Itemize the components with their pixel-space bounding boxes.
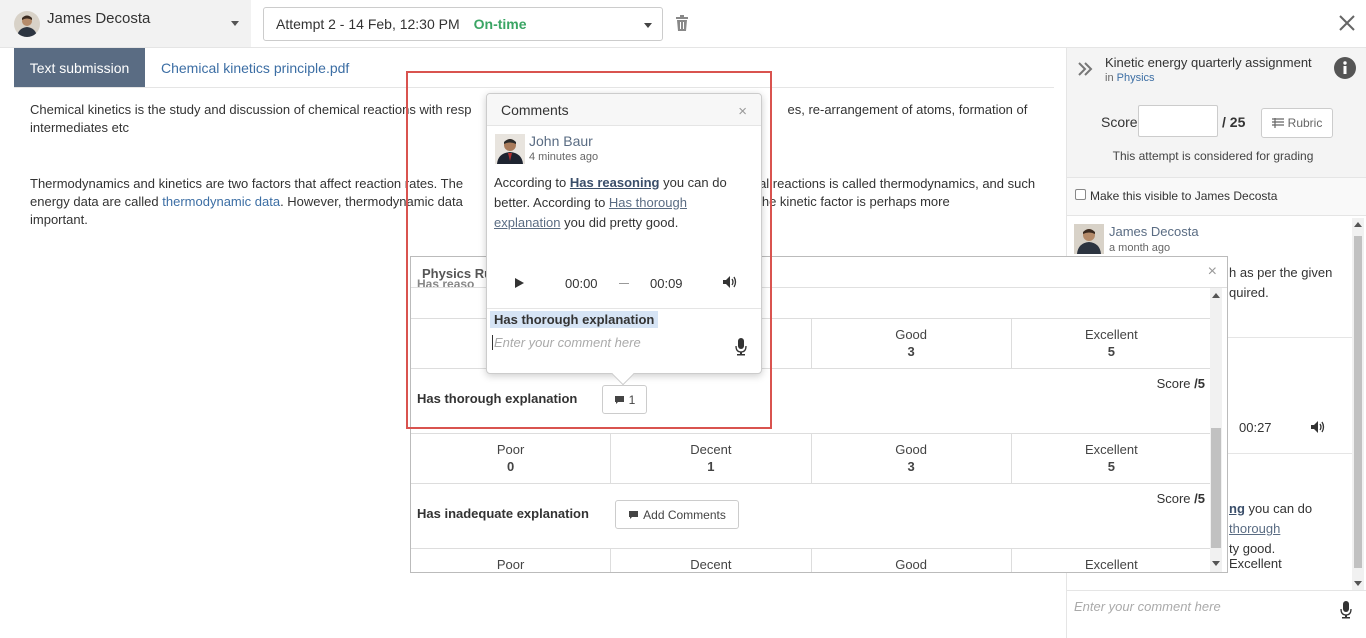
course-line: in Physics (1105, 72, 1155, 84)
microphone-icon[interactable] (735, 338, 747, 356)
criterion-score: Score /5 (1156, 376, 1205, 391)
scrollbar-thumb[interactable] (1354, 236, 1362, 568)
course-link[interactable]: Physics (1117, 72, 1155, 84)
popover-title: Comments (487, 94, 761, 126)
collapse-icon[interactable] (1077, 61, 1093, 77)
assignment-title: Kinetic energy quarterly assignment (1105, 55, 1312, 70)
comment-icon (629, 510, 639, 519)
rubric-close-icon[interactable]: × (1208, 263, 1217, 281)
comment-icon (614, 395, 624, 404)
rubric-icon (1271, 118, 1284, 128)
level-cell-excellent[interactable]: Excellent 5 (1010, 319, 1211, 368)
level-cell-good[interactable]: Good 3 (810, 434, 1011, 483)
play-icon[interactable] (515, 278, 524, 288)
audio-current-time: 00:00 (565, 276, 598, 291)
volume-icon[interactable] (1311, 421, 1325, 433)
commenter-name[interactable]: John Baur (529, 133, 593, 149)
feed-author[interactable]: James Decosta (1109, 224, 1199, 239)
criterion-tag: Has thorough explanation (490, 311, 659, 328)
comment-composer: Enter your comment here (1067, 590, 1366, 638)
score-max: / 25 (1222, 114, 1246, 130)
microphone-icon[interactable] (1340, 601, 1352, 619)
feed-text: ty good. (1229, 541, 1276, 556)
student-name: James Decosta (47, 10, 151, 27)
close-icon[interactable] (1338, 14, 1356, 35)
rubric-level-row: Poor 0 Decent 1 Good 3 Excellent 5 (411, 433, 1211, 484)
feed-audio-time: 00:27 (1239, 420, 1272, 435)
volume-icon[interactable] (723, 276, 737, 288)
visibility-row: Make this visible to James Decosta (1067, 178, 1366, 216)
tab-text-submission[interactable]: Text submission (14, 48, 145, 87)
scroll-up-icon[interactable] (1354, 222, 1362, 227)
top-bar: James Decosta Attempt 2 - 14 Feb, 12:30 … (0, 0, 1366, 48)
trash-icon[interactable] (675, 15, 689, 34)
feed-text: thorough (1229, 521, 1281, 536)
scroll-down-icon[interactable] (1354, 581, 1362, 586)
thermodynamic-data-link[interactable]: thermodynamic data (162, 194, 280, 209)
level-cell-poor[interactable]: Poor 0 (411, 434, 610, 483)
score-input[interactable] (1138, 105, 1218, 137)
feed-avatar (1074, 224, 1104, 254)
criterion-score: Score /5 (1156, 491, 1205, 506)
feed-text: Excellent (1229, 556, 1282, 571)
score-label: Score (1101, 114, 1138, 130)
rubric-button[interactable]: Rubric (1261, 108, 1333, 138)
scrollbar-thumb[interactable] (1211, 428, 1221, 548)
add-comments-button[interactable]: Add Comments (615, 500, 739, 529)
comments-button[interactable]: 1 (602, 385, 647, 414)
popover-close-icon[interactable]: × (738, 103, 747, 120)
info-icon[interactable] (1334, 57, 1356, 79)
tab-pdf-attachment[interactable]: Chemical kinetics principle.pdf (161, 48, 349, 87)
criterion-label: Has thorough explanation (417, 391, 578, 406)
level-cell-good[interactable]: Good (810, 549, 1011, 572)
audio-player: 00:00 00:09 (487, 266, 761, 300)
comment-text: According to Has reasoning you can do be… (494, 175, 727, 230)
level-cell-poor[interactable]: Poor (411, 549, 610, 572)
attempt-status: On-time (473, 16, 527, 32)
student-selector[interactable]: James Decosta (0, 0, 251, 47)
grading-header: Kinetic energy quarterly assignment in P… (1067, 48, 1366, 178)
criterion-label: Has inadequate explanation (417, 506, 589, 521)
chevron-down-icon (231, 21, 239, 26)
grading-note: This attempt is considered for grading (1112, 149, 1314, 163)
scroll-up-icon[interactable] (1212, 293, 1220, 298)
attempt-label: Attempt 2 - 14 Feb, 12:30 PM (276, 16, 460, 32)
divider (487, 308, 761, 309)
feed-time: a month ago (1109, 242, 1171, 254)
student-avatar (14, 10, 40, 37)
rubric-level-row: Poor Decent Good Excellent (411, 548, 1211, 572)
rubric-scrollbar[interactable] (1210, 288, 1222, 572)
scroll-down-icon[interactable] (1212, 561, 1220, 566)
feed-scrollbar[interactable] (1352, 218, 1364, 590)
criterion-link[interactable]: Has reasoning (570, 175, 660, 190)
attempt-select[interactable]: Attempt 2 - 14 Feb, 12:30 PM On-time (263, 7, 663, 41)
comments-popover: Comments × John Baur 4 minutes ago Accor… (486, 93, 762, 386)
level-cell-excellent[interactable]: Excellent (1010, 549, 1211, 572)
feed-text: h as per the given (1229, 265, 1333, 280)
submission-tabs: Text submission Chemical kinetics princi… (14, 48, 1054, 88)
feed-text: ng you can do (1229, 501, 1313, 516)
level-cell-decent[interactable]: Decent (610, 549, 810, 572)
audio-progress[interactable] (619, 283, 629, 284)
commenter-avatar (495, 134, 525, 164)
criterion-label: Has reaso (417, 277, 475, 287)
visibility-label: Make this visible to James Decosta (1090, 189, 1278, 203)
visibility-checkbox[interactable] (1075, 189, 1086, 200)
level-cell-decent[interactable]: Decent 1 (610, 434, 810, 483)
level-cell-excellent[interactable]: Excellent 5 (1010, 434, 1211, 483)
sidebar-comment-input[interactable]: Enter your comment here (1074, 599, 1221, 614)
comment-input[interactable]: Enter your comment here (492, 335, 641, 350)
comment-time: 4 minutes ago (529, 151, 599, 163)
audio-duration: 00:09 (650, 276, 683, 291)
level-cell-good[interactable]: Good 3 (810, 319, 1011, 368)
chevron-down-icon (644, 23, 652, 28)
feed-text: quired. (1229, 285, 1269, 300)
